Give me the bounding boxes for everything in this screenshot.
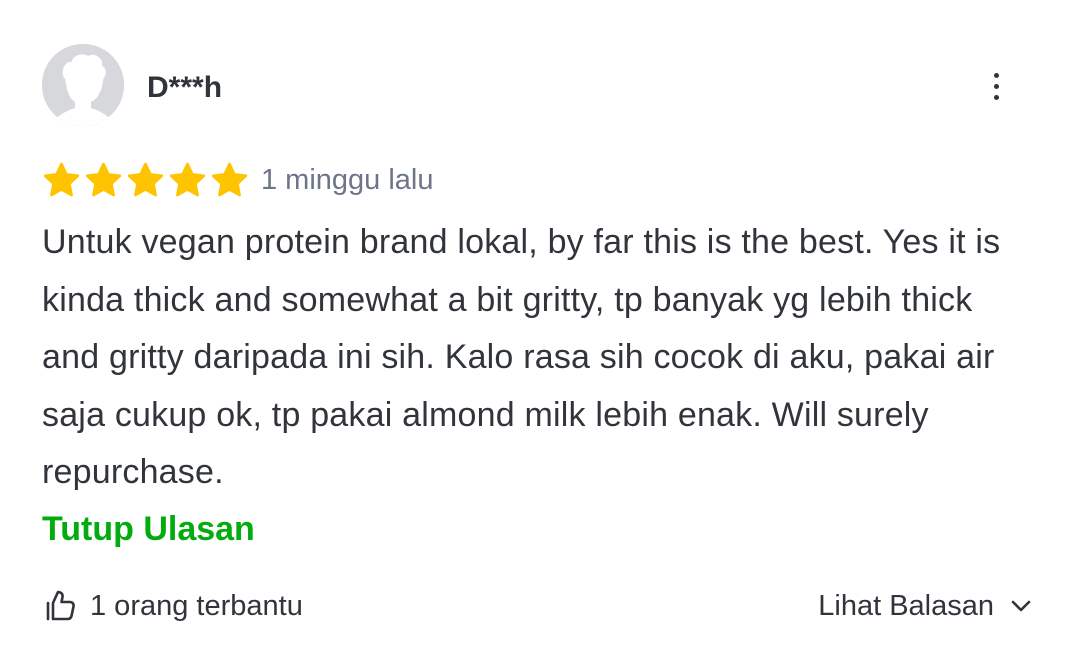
more-vertical-icon-dot [993, 83, 999, 89]
review-card: D***h 1 minggu lalu Untuk vegan protein … [0, 0, 1080, 654]
view-replies-button[interactable]: Lihat Balasan [818, 584, 1032, 628]
star-icon [85, 162, 122, 196]
view-replies-label: Lihat Balasan [818, 589, 994, 622]
star-icon [211, 162, 248, 196]
avatar[interactable] [42, 44, 124, 126]
default-avatar-icon [42, 44, 124, 126]
star-icon [43, 162, 80, 196]
review-text: Untuk vegan protein brand lokal, by far … [42, 223, 1001, 491]
rating-row: 1 minggu lalu [42, 160, 434, 200]
review-timestamp: 1 minggu lalu [261, 164, 434, 196]
star-rating [42, 162, 249, 199]
helpful-button[interactable]: 1 orang terbantu [42, 584, 303, 628]
chevron-down-icon [1011, 600, 1031, 612]
more-vertical-icon-dot [993, 94, 999, 100]
more-options-button[interactable] [980, 64, 1012, 108]
reviewer-name: D***h [147, 71, 223, 104]
star-icon [169, 162, 206, 196]
star-icon [127, 162, 164, 196]
thumbs-up-icon [46, 590, 75, 621]
more-vertical-icon [993, 72, 999, 78]
helpful-count: 1 orang terbantu [90, 589, 303, 622]
collapse-review-link[interactable]: Tutup Ulasan [42, 506, 255, 552]
